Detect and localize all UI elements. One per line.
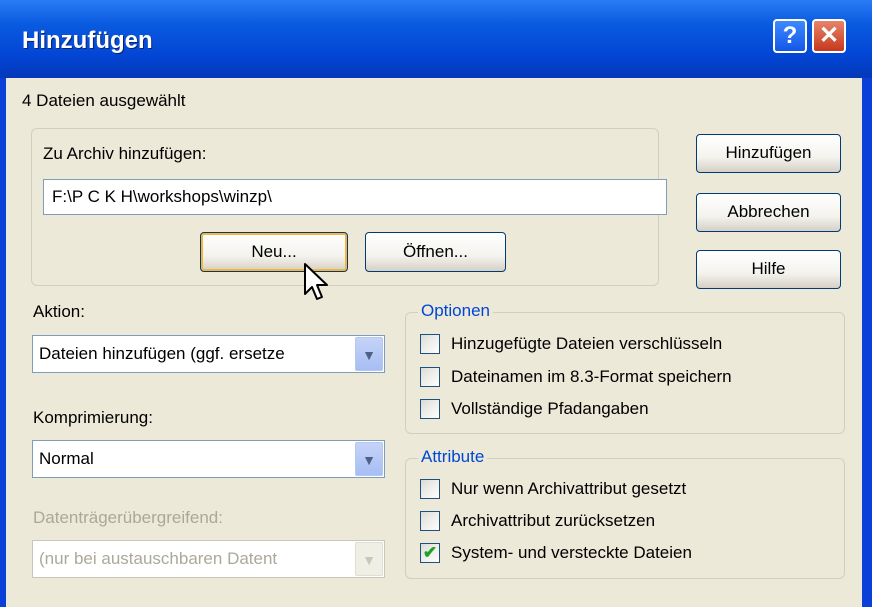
checkbox-encrypt[interactable] — [420, 334, 440, 354]
open-button[interactable]: Öffnen... — [365, 232, 506, 272]
compression-label: Komprimierung: — [33, 408, 153, 427]
checkbox-83-format[interactable] — [420, 367, 440, 387]
checkbox-encrypt-label[interactable]: Hinzugefügte Dateien verschlüsseln — [451, 334, 722, 354]
checkbox-83-format-label[interactable]: Dateinamen im 8.3-Format speichern — [451, 367, 732, 387]
attributes-title: Attribute — [418, 447, 488, 467]
compression-value: Normal — [39, 449, 94, 468]
chevron-down-icon: ▼ — [355, 542, 383, 576]
action-label: Aktion: — [33, 302, 85, 321]
selection-status: 4 Dateien ausgewählt — [22, 91, 186, 110]
close-icon[interactable]: ✕ — [812, 19, 846, 53]
help-icon[interactable]: ? — [773, 19, 807, 53]
mouse-cursor-icon — [304, 263, 328, 300]
checkbox-reset-archive-attr[interactable] — [420, 511, 440, 531]
checkbox-full-paths-label[interactable]: Vollständige Pfadangaben — [451, 399, 649, 419]
checkbox-system-hidden-label[interactable]: System- und versteckte Dateien — [451, 543, 692, 563]
chevron-down-icon[interactable]: ▼ — [355, 337, 383, 371]
spanning-value: (nur bei austauschbaren Datent — [39, 549, 278, 568]
checkbox-archive-attr-set[interactable] — [420, 479, 440, 499]
window-title: Hinzufügen — [22, 27, 153, 54]
help-button[interactable]: Hilfe — [696, 250, 841, 289]
archive-path-input[interactable]: F:\P C K H\workshops\winzp\ — [43, 179, 667, 215]
action-value: Dateien hinzufügen (ggf. ersetze — [39, 344, 285, 363]
archive-label: Zu Archiv hinzufügen: — [43, 144, 207, 163]
checkbox-system-hidden[interactable]: ✔ — [420, 543, 440, 563]
dialog-window: Hinzufügen ? ✕ 4 Dateien ausgewählt Zu A… — [0, 0, 872, 607]
checkbox-reset-archive-attr-label[interactable]: Archivattribut zurücksetzen — [451, 511, 655, 531]
checkmark-icon: ✔ — [422, 543, 438, 562]
chevron-down-icon[interactable]: ▼ — [355, 442, 383, 476]
spanning-label: Datenträgerübergreifend: — [33, 508, 223, 527]
options-title: Optionen — [418, 301, 493, 321]
action-select[interactable]: Dateien hinzufügen (ggf. ersetze ▼ — [32, 335, 385, 373]
checkbox-full-paths[interactable] — [420, 399, 440, 419]
cancel-button[interactable]: Abbrechen — [696, 193, 841, 232]
spanning-select: (nur bei austauschbaren Datent ▼ — [32, 540, 385, 578]
add-button[interactable]: Hinzufügen — [696, 134, 841, 173]
checkbox-archive-attr-set-label[interactable]: Nur wenn Archivattribut gesetzt — [451, 479, 686, 499]
dialog-body: 4 Dateien ausgewählt Zu Archiv hinzufüge… — [6, 78, 862, 607]
compression-select[interactable]: Normal ▼ — [32, 440, 385, 478]
title-bar[interactable]: Hinzufügen ? ✕ — [0, 0, 872, 78]
